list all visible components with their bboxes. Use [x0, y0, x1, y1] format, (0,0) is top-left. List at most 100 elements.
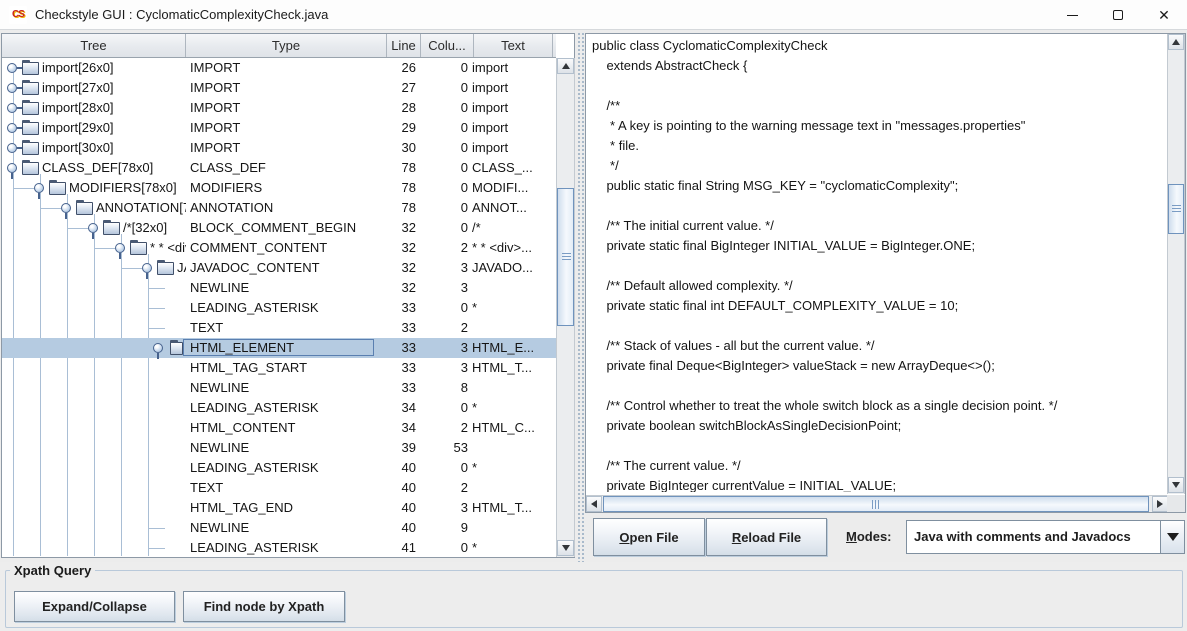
source-hscrollbar-thumb[interactable] — [603, 496, 1149, 512]
xpath-query-panel: Xpath Query Expand/Collapse Find node by… — [0, 562, 1187, 631]
text-cell: HTML_E... — [472, 338, 555, 358]
type-cell: BLOCK_COMMENT_BEGIN — [190, 218, 385, 238]
tree-node-label: ANNOTATION[78x0] — [96, 198, 186, 218]
tree-row[interactable]: HTML_TAG_END403HTML_T... — [2, 498, 556, 518]
tree-row[interactable]: import[27x0]IMPORT270import — [2, 78, 556, 98]
scroll-up-button[interactable] — [557, 58, 574, 74]
expand-collapse-button[interactable]: Expand/Collapse — [14, 591, 175, 622]
type-cell: IMPORT — [190, 98, 385, 118]
text-cell: HTML_T... — [472, 358, 555, 378]
mode-selected-value[interactable]: Java with comments and Javadocs — [906, 520, 1161, 554]
modes-label: Modes: — [846, 518, 892, 556]
scroll-down-button[interactable] — [1168, 477, 1184, 493]
line-cell: 33 — [380, 318, 416, 338]
xpath-group-border — [5, 570, 1183, 628]
line-cell: 33 — [380, 378, 416, 398]
arrow-left-icon — [591, 500, 597, 508]
tree-vertical-scrollbar[interactable] — [556, 58, 575, 557]
tree-row[interactable]: * * <div>...COMMENT_CONTENT322* * <div>.… — [2, 238, 556, 258]
tree-expand-handle[interactable] — [153, 343, 163, 353]
tree-node-label: import[28x0] — [42, 98, 114, 118]
text-cell — [472, 518, 555, 538]
scroll-down-button[interactable] — [557, 540, 574, 556]
type-cell: LEADING_ASTERISK — [190, 298, 385, 318]
combobox-arrow-button[interactable] — [1160, 520, 1185, 554]
xpath-group-title: Xpath Query — [10, 562, 95, 579]
type-cell: NEWLINE — [190, 518, 385, 538]
scroll-up-button[interactable] — [1168, 34, 1184, 50]
line-cell: 29 — [380, 118, 416, 138]
column-header-text[interactable]: Text — [474, 34, 553, 57]
text-cell: import — [472, 78, 555, 98]
column-cell: 2 — [418, 318, 468, 338]
tree-row[interactable]: TEXT402 — [2, 478, 556, 498]
line-cell: 26 — [380, 58, 416, 78]
type-cell: JAVADOC_CONTENT — [190, 258, 385, 278]
column-header-type[interactable]: Type — [186, 34, 387, 57]
tree-cell: * * <div>... — [2, 238, 186, 258]
tree-row[interactable]: TEXT332 — [2, 318, 556, 338]
type-cell: HTML_ELEMENT — [190, 338, 385, 358]
minimize-button[interactable] — [1049, 0, 1095, 30]
tree-cell: CLASS_DEF[78x0] — [2, 158, 186, 178]
tree-cell: import[26x0] — [2, 58, 186, 78]
line-cell: 78 — [380, 158, 416, 178]
tree-row[interactable]: import[29x0]IMPORT290import — [2, 118, 556, 138]
find-node-by-xpath-button[interactable]: Find node by Xpath — [183, 591, 345, 622]
type-cell: ANNOTATION — [190, 198, 385, 218]
tree-row[interactable]: NEWLINE338 — [2, 378, 556, 398]
scroll-left-button[interactable] — [586, 496, 602, 512]
source-code-view[interactable]: public class CyclomaticComplexityCheck e… — [587, 34, 1167, 492]
tree-row[interactable]: MODIFIERS[78x0]MODIFIERS780MODIFI... — [2, 178, 556, 198]
close-button[interactable]: ✕ — [1141, 0, 1187, 30]
tree-row[interactable]: import[30x0]IMPORT300import — [2, 138, 556, 158]
tree-row[interactable]: import[28x0]IMPORT280import — [2, 98, 556, 118]
tree-row[interactable]: NEWLINE409 — [2, 518, 556, 538]
tree-row[interactable]: HTML_TAG_START333HTML_T... — [2, 358, 556, 378]
tree-row[interactable]: LEADING_ASTERISK340* — [2, 398, 556, 418]
column-header-line[interactable]: Line — [387, 34, 421, 57]
maximize-button[interactable] — [1095, 0, 1141, 30]
source-horizontal-scrollbar[interactable] — [586, 495, 1168, 512]
titlebar[interactable]: CS Checkstyle GUI : CyclomaticComplexity… — [0, 0, 1187, 30]
split-pane-divider[interactable] — [576, 31, 585, 562]
tree-node-label: MODIFIERS[78x0] — [69, 178, 177, 198]
column-header-column[interactable]: Colu... — [421, 34, 474, 57]
tree-row[interactable]: LEADING_ASTERISK330* — [2, 298, 556, 318]
tree-row[interactable]: LEADING_ASTERISK400* — [2, 458, 556, 478]
tree-row[interactable]: HTML_CONTENT342HTML_C... — [2, 418, 556, 438]
tree-row[interactable]: CLASS_DEF[78x0]CLASS_DEF780CLASS_... — [2, 158, 556, 178]
open-file-button[interactable]: Open File — [593, 518, 705, 556]
text-cell: HTML_C... — [472, 418, 555, 438]
checkstyle-app-icon: CS — [9, 6, 27, 24]
tree-row[interactable]: JAVADOC_CONTENT[32x3]JAVADOC_CONTENT323J… — [2, 258, 556, 278]
tree-row[interactable]: HTML_ELEMENT333HTML_E... — [2, 338, 556, 358]
column-cell: 0 — [418, 58, 468, 78]
type-cell: IMPORT — [190, 78, 385, 98]
reload-file-button[interactable]: Reload File — [706, 518, 827, 556]
line-cell: 34 — [380, 398, 416, 418]
mode-combobox[interactable]: Java with comments and Javadocs — [906, 520, 1185, 554]
text-cell: import — [472, 98, 555, 118]
column-cell: 2 — [418, 418, 468, 438]
tree-row[interactable]: NEWLINE3953 — [2, 438, 556, 458]
tree-scrollbar-thumb[interactable] — [557, 188, 574, 326]
tree-connector-line — [149, 528, 165, 529]
column-header-tree[interactable]: Tree — [2, 34, 186, 57]
text-cell: * — [472, 298, 555, 318]
type-cell: COMMENT_CONTENT — [190, 238, 385, 258]
source-vertical-scrollbar[interactable] — [1167, 34, 1185, 494]
scroll-right-button[interactable] — [1152, 496, 1168, 512]
type-cell: LEADING_ASTERISK — [190, 398, 385, 418]
tree-row[interactable]: NEWLINE323 — [2, 278, 556, 298]
tree-row[interactable]: /*[32x0]BLOCK_COMMENT_BEGIN320/* — [2, 218, 556, 238]
line-cell: 33 — [380, 358, 416, 378]
tree-row[interactable]: LEADING_ASTERISK410* — [2, 538, 556, 557]
chevron-down-icon — [1167, 533, 1179, 541]
tree-row[interactable]: ANNOTATION[78x0]ANNOTATION780ANNOT... — [2, 198, 556, 218]
type-cell: TEXT — [190, 478, 385, 498]
tree-row[interactable]: import[26x0]IMPORT260import — [2, 58, 556, 78]
source-scrollbar-thumb[interactable] — [1168, 184, 1184, 234]
type-cell: IMPORT — [190, 118, 385, 138]
type-cell: IMPORT — [190, 138, 385, 158]
